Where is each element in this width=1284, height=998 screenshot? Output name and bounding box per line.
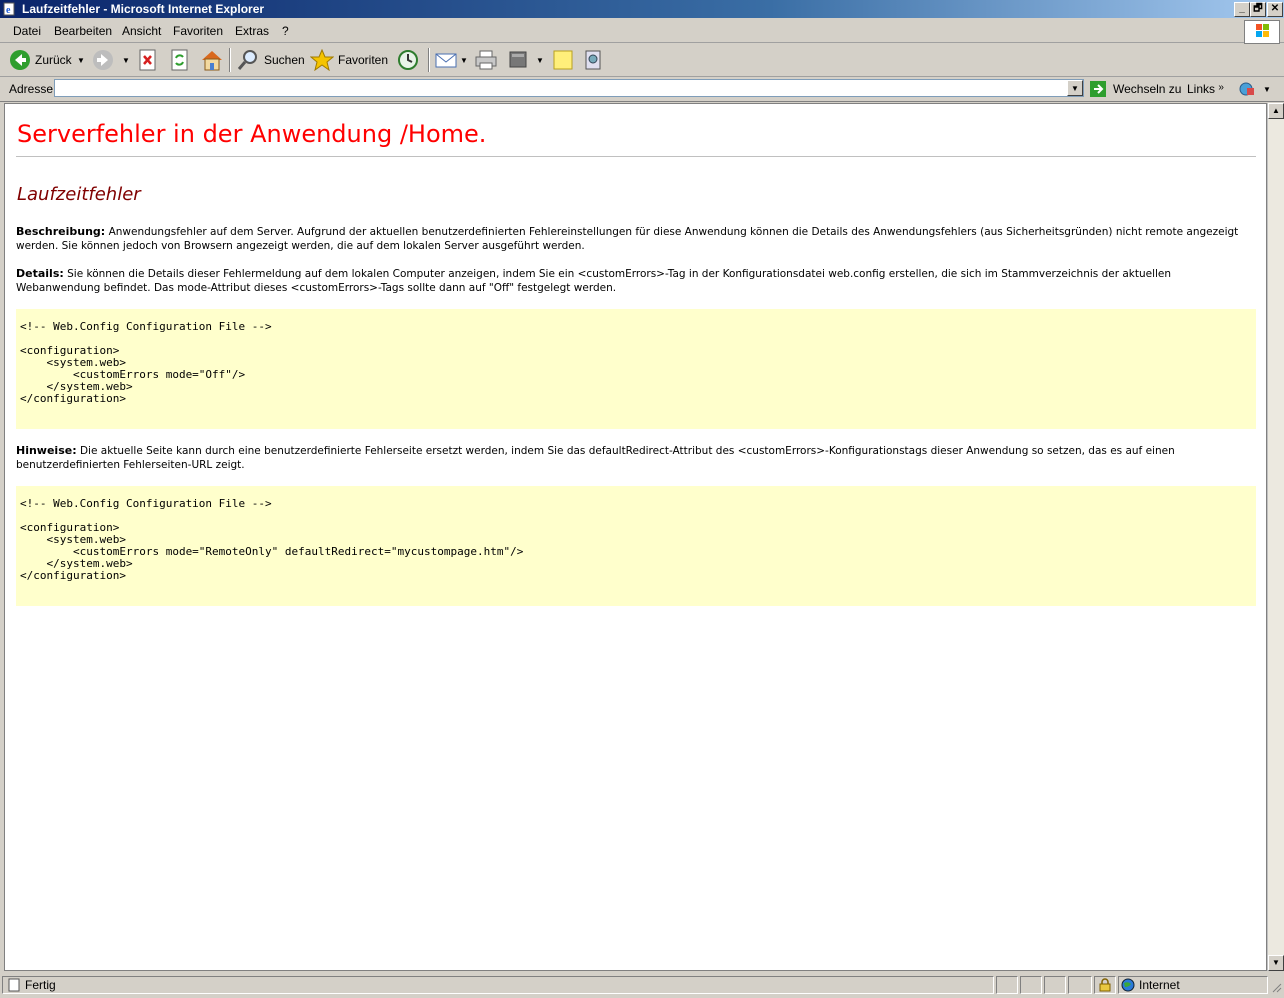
status-panel-4 [1068, 976, 1092, 994]
error-subtitle: Laufzeitfehler [17, 184, 141, 205]
edit-icon [509, 51, 527, 68]
refresh-icon [171, 49, 188, 71]
close-button[interactable]: ✕ [1267, 2, 1283, 17]
notes-text: Die aktuelle Seite kann durch eine benut… [16, 445, 1175, 471]
description-paragraph: Beschreibung: Anwendungsfehler auf dem S… [16, 225, 1256, 253]
discuss-button[interactable] [552, 48, 574, 72]
favorites-label: Favoriten [338, 53, 389, 67]
menu-ansicht[interactable]: Ansicht [122, 24, 161, 38]
title-bar: e Laufzeitfehler - Microsoft Internet Ex… [0, 0, 1284, 18]
address-input[interactable] [54, 79, 1084, 97]
edit-button[interactable] [508, 48, 528, 72]
stop-button[interactable] [138, 48, 158, 72]
forward-arrow-icon [93, 50, 113, 70]
search-label: Suchen [264, 53, 305, 67]
history-button[interactable] [396, 48, 420, 72]
go-button[interactable]: Wechseln zu [1089, 80, 1181, 98]
scroll-up-button[interactable]: ▲ [1268, 103, 1284, 119]
page-title: Serverfehler in der Anwendung /Home. [17, 120, 487, 148]
print-button[interactable] [474, 48, 498, 72]
details-label: Details: [16, 267, 64, 280]
stop-icon [139, 49, 156, 71]
status-panel-1 [996, 976, 1018, 994]
favorites-button[interactable]: Favoriten [310, 48, 388, 72]
refresh-button[interactable] [170, 48, 190, 72]
search-button[interactable]: Suchen [236, 48, 305, 72]
zone-label: Internet [1139, 978, 1180, 992]
menu-bar: Datei Bearbeiten Ansicht Favoriten Extra… [0, 20, 1284, 43]
notes-paragraph: Hinweise: Die aktuelle Seite kann durch … [16, 444, 1256, 472]
extension-icon[interactable] [1238, 80, 1256, 103]
description-label: Beschreibung: [16, 225, 106, 238]
forward-dropdown-icon[interactable]: ▼ [122, 56, 130, 65]
menu-favoriten[interactable]: Favoriten [173, 24, 223, 38]
status-text: Fertig [25, 978, 56, 992]
ie-page-icon: e [3, 2, 15, 16]
back-arrow-icon [10, 50, 30, 70]
links-button[interactable]: Links » [1187, 82, 1224, 96]
details-paragraph: Details: Sie können die Details dieser F… [16, 267, 1256, 295]
mail-dropdown-icon[interactable]: ▼ [460, 56, 468, 65]
notes-label: Hinweise: [16, 444, 77, 457]
scroll-down-button[interactable]: ▼ [1268, 955, 1284, 971]
standard-toolbar: Zurück ▼ ▼ Suchen Favoriten ▼ ▼ [0, 44, 1284, 77]
extension-dropdown-icon[interactable]: ▼ [1263, 85, 1271, 94]
menu-extras[interactable]: Extras [235, 24, 269, 38]
menu-datei[interactable]: Datei [13, 24, 41, 38]
status-panel-3 [1044, 976, 1066, 994]
title-divider [16, 156, 1256, 157]
window-title: Laufzeitfehler - Microsoft Internet Expl… [22, 2, 265, 16]
internet-globe-icon [1121, 978, 1135, 992]
vertical-scrollbar[interactable]: ▲ ▼ [1267, 103, 1284, 971]
page-content: Serverfehler in der Anwendung /Home. Lau… [4, 103, 1267, 971]
links-label: Links [1187, 82, 1216, 96]
back-dropdown-icon[interactable]: ▼ [77, 56, 85, 65]
back-button[interactable]: Zurück [9, 48, 72, 72]
search-icon [237, 50, 257, 70]
page-done-icon [8, 978, 20, 992]
windows-logo-icon [1244, 20, 1280, 44]
menu-help[interactable]: ? [282, 24, 289, 38]
restore-button[interactable]: 🗗 [1250, 2, 1266, 17]
minimize-button[interactable]: _ [1234, 2, 1250, 17]
status-text-panel: Fertig [2, 976, 994, 994]
status-bar: Fertig Internet [0, 974, 1284, 996]
links-chevron-icon: » [1218, 82, 1224, 93]
home-icon [202, 51, 222, 71]
address-dropdown-button[interactable]: ▼ [1067, 80, 1083, 96]
resize-grip-icon[interactable] [1270, 980, 1282, 993]
details-text: Sie können die Details dieser Fehlermeld… [16, 268, 1172, 294]
address-label: Adresse [9, 82, 54, 96]
config-code-remoteonly: <!-- Web.Config Configuration File --> <… [16, 486, 1256, 606]
edit-dropdown-icon[interactable]: ▼ [536, 56, 544, 65]
note-icon [553, 50, 573, 70]
mail-button[interactable] [434, 48, 458, 72]
description-text: Anwendungsfehler auf dem Server. Aufgrun… [16, 226, 1239, 252]
toolbar-separator [428, 48, 430, 72]
menu-bearbeiten[interactable]: Bearbeiten [54, 24, 112, 38]
history-icon [398, 50, 418, 70]
security-lock-panel [1094, 976, 1116, 994]
zone-panel: Internet [1118, 976, 1268, 994]
home-button[interactable] [200, 48, 224, 72]
lock-icon [1099, 978, 1111, 992]
go-arrow-icon [1090, 81, 1106, 97]
mail-icon [435, 53, 457, 68]
favorites-star-icon [310, 49, 334, 71]
toolbar-separator [229, 48, 231, 72]
status-panel-2 [1020, 976, 1042, 994]
svg-text:e: e [6, 5, 11, 16]
back-label: Zurück [35, 53, 72, 67]
config-code-off: <!-- Web.Config Configuration File --> <… [16, 309, 1256, 429]
forward-button[interactable] [92, 48, 114, 72]
go-label: Wechseln zu [1113, 82, 1182, 96]
address-bar: Adresse ▼ Wechseln zu Links » ▼ [0, 77, 1284, 102]
messenger-button[interactable] [582, 48, 604, 72]
research-icon [585, 50, 601, 70]
printer-icon [475, 50, 497, 70]
